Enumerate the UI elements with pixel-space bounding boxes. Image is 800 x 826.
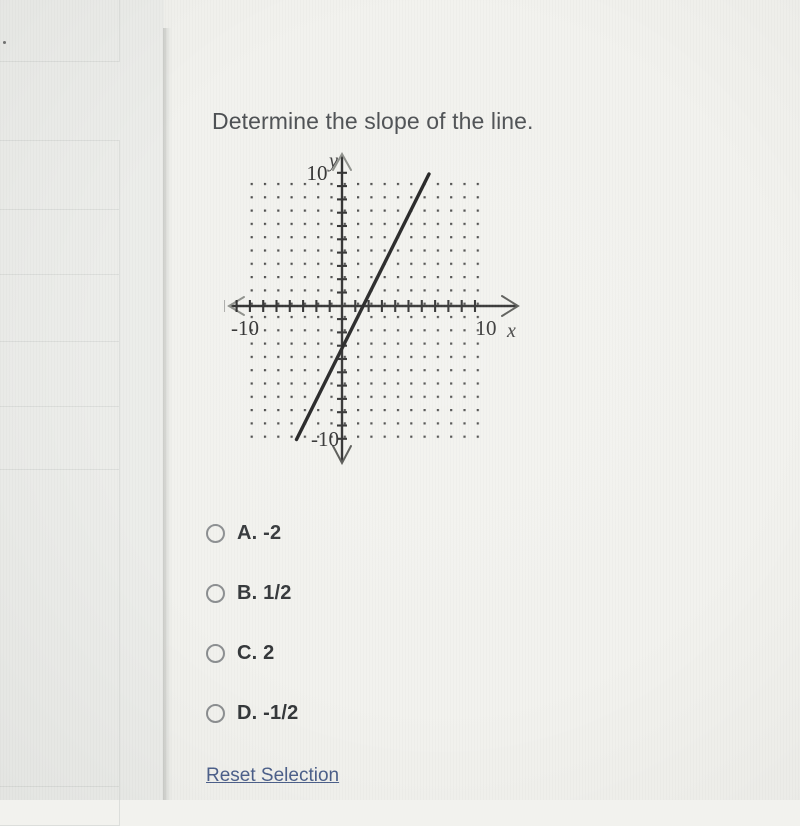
reset-selection-link[interactable]: Reset Selection: [206, 765, 339, 787]
option-row-c[interactable]: C. 2: [206, 633, 626, 693]
option-row-a[interactable]: A. -2: [206, 513, 626, 573]
option-row-b[interactable]: B. 1/2: [206, 573, 626, 633]
option-label-d: D. -1/2: [237, 702, 299, 724]
option-label-a: A. -2: [237, 522, 282, 544]
option-row-d[interactable]: D. -1/2: [206, 693, 626, 753]
left-grid-cell: [0, 469, 120, 787]
left-background-pane: [0, 0, 164, 826]
option-label-c: C. 2: [237, 642, 275, 664]
radio-button-b[interactable]: [206, 584, 225, 603]
left-grid-cell: [0, 0, 120, 62]
graph-figure: y x 10 -10 -10 10: [224, 143, 534, 488]
question-title: Determine the slope of the line.: [212, 108, 534, 134]
left-grid-cell: [0, 209, 120, 275]
y-tick-label-neg10: -10: [311, 427, 339, 451]
radio-button-a[interactable]: [206, 524, 225, 543]
y-axis-label: y: [327, 150, 338, 172]
left-grid-cell: [0, 341, 120, 407]
coordinate-plane-svg: y x 10 -10 -10 10: [224, 150, 520, 466]
radio-button-d[interactable]: [206, 704, 225, 723]
left-speck: [3, 41, 6, 44]
x-axis-label: x: [506, 320, 516, 342]
left-grid-cell: [0, 406, 120, 470]
left-grid-cell: [0, 140, 120, 210]
radio-button-c[interactable]: [206, 644, 225, 663]
question-content: Determine the slope of the line. y x 10 …: [172, 0, 800, 800]
x-tick-label-neg10: -10: [231, 316, 259, 340]
x-tick-label-10: 10: [476, 316, 497, 340]
page-root: Determine the slope of the line. y x 10 …: [0, 0, 800, 826]
left-grid-cell: [0, 786, 120, 826]
answer-options-list: A. -2 B. 1/2 C. 2 D. -1/2: [206, 513, 626, 753]
left-grid-cell: [0, 274, 120, 342]
y-tick-label-10: 10: [307, 161, 328, 185]
option-label-b: B. 1/2: [237, 582, 292, 604]
